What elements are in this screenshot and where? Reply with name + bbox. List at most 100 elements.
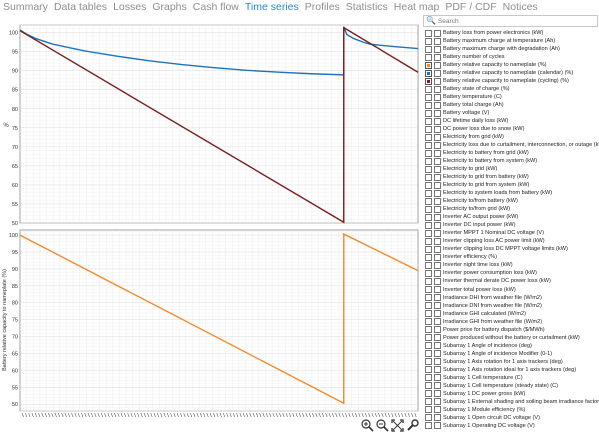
variable-secondary-checkbox[interactable] — [434, 213, 441, 221]
variable-secondary-checkbox[interactable] — [434, 117, 441, 125]
variable-checkbox[interactable] — [425, 189, 432, 197]
variable-checkbox[interactable] — [425, 61, 432, 69]
variable-checkbox[interactable] — [425, 406, 432, 414]
search-box[interactable]: 🔍 — [423, 15, 598, 27]
variable-checkbox[interactable] — [425, 45, 432, 53]
variable-item[interactable]: Inverter clipping loss DC MPPT voltage l… — [423, 245, 599, 253]
variable-item[interactable]: Subarray 1 Open circuit DC voltage (V) — [423, 414, 599, 422]
variable-secondary-checkbox[interactable] — [434, 334, 441, 342]
variable-item[interactable]: Electricity loss due to curtailment, int… — [423, 141, 599, 149]
variable-checkbox[interactable] — [425, 390, 432, 398]
variable-checkbox[interactable] — [425, 69, 432, 77]
variable-secondary-checkbox[interactable] — [434, 133, 441, 141]
variable-checkbox[interactable] — [425, 253, 432, 261]
tab-summary[interactable]: Summary — [0, 0, 51, 15]
zoom-in-button[interactable] — [360, 418, 375, 433]
variable-item[interactable]: Subarray 1 Axis rotation ideal for 1 axi… — [423, 366, 599, 374]
variable-secondary-checkbox[interactable] — [434, 422, 441, 430]
variable-checkbox[interactable] — [425, 77, 432, 85]
variable-secondary-checkbox[interactable] — [434, 93, 441, 101]
variable-checkbox[interactable] — [425, 318, 432, 326]
variable-item[interactable]: Subarray 1 Module efficiency (%) — [423, 406, 599, 414]
variable-secondary-checkbox[interactable] — [434, 310, 441, 318]
variable-item[interactable]: Irradiance DHI from weather file (W/m2) — [423, 294, 599, 302]
variable-item[interactable]: Inverter MPPT 1 Nominal DC voltage (V) — [423, 229, 599, 237]
variable-item[interactable]: Inverter clipping loss AC power limit (k… — [423, 237, 599, 245]
variable-item[interactable]: Battery relative capacity to nameplate (… — [423, 69, 599, 77]
variable-item[interactable]: Inverter AC output power (kW) — [423, 213, 599, 221]
tab-profiles[interactable]: Profiles — [302, 0, 343, 15]
variable-checkbox[interactable] — [425, 101, 432, 109]
search-input[interactable] — [437, 16, 588, 26]
tab-notices[interactable]: Notices — [500, 0, 541, 15]
variable-secondary-checkbox[interactable] — [434, 85, 441, 93]
variable-secondary-checkbox[interactable] — [434, 414, 441, 422]
variable-item[interactable]: Battery total charge (Ah) — [423, 101, 599, 109]
variable-checkbox[interactable] — [425, 213, 432, 221]
variable-checkbox[interactable] — [425, 221, 432, 229]
variable-item[interactable]: Irradiance GHI calculated (W/m2) — [423, 310, 599, 318]
variable-secondary-checkbox[interactable] — [434, 342, 441, 350]
variable-checkbox[interactable] — [425, 261, 432, 269]
variable-item[interactable]: Irradiance DNI from weather file (W/m2) — [423, 302, 599, 310]
variable-item[interactable]: Battery number of cycles — [423, 53, 599, 61]
variable-checkbox[interactable] — [425, 366, 432, 374]
variable-secondary-checkbox[interactable] — [434, 61, 441, 69]
variable-checkbox[interactable] — [425, 310, 432, 318]
variable-secondary-checkbox[interactable] — [434, 101, 441, 109]
variable-item[interactable]: Power produced without the battery or cu… — [423, 334, 599, 342]
variable-secondary-checkbox[interactable] — [434, 165, 441, 173]
variable-item[interactable]: Electricity to/from battery (kW) — [423, 197, 599, 205]
variable-item[interactable]: Electricity to grid (kW) — [423, 165, 599, 173]
tab-statistics[interactable]: Statistics — [343, 0, 391, 15]
variable-secondary-checkbox[interactable] — [434, 69, 441, 77]
variable-secondary-checkbox[interactable] — [434, 302, 441, 310]
variable-secondary-checkbox[interactable] — [434, 29, 441, 37]
variable-checkbox[interactable] — [425, 125, 432, 133]
variable-item[interactable]: Electricity to grid from battery (kW) — [423, 173, 599, 181]
variable-item[interactable]: Battery state of charge (%) — [423, 85, 599, 93]
variable-secondary-checkbox[interactable] — [434, 350, 441, 358]
tab-graphs[interactable]: Graphs — [149, 0, 189, 15]
variable-secondary-checkbox[interactable] — [434, 221, 441, 229]
variable-secondary-checkbox[interactable] — [434, 286, 441, 293]
tab-pdf-cdf[interactable]: PDF / CDF — [442, 0, 499, 15]
variable-item[interactable]: Battery maximum charge at temperature (A… — [423, 37, 599, 45]
variable-checkbox[interactable] — [425, 245, 432, 253]
variable-checkbox[interactable] — [425, 269, 432, 277]
variable-checkbox[interactable] — [425, 422, 432, 430]
variable-item[interactable]: Electricity to battery from grid (kW) — [423, 149, 599, 157]
variable-checkbox[interactable] — [425, 85, 432, 93]
variable-checkbox[interactable] — [425, 350, 432, 358]
zoom-fit-button[interactable] — [390, 418, 405, 433]
variable-secondary-checkbox[interactable] — [434, 253, 441, 261]
variable-secondary-checkbox[interactable] — [434, 37, 441, 45]
variable-checkbox[interactable] — [425, 53, 432, 61]
variable-checkbox[interactable] — [425, 197, 432, 205]
variable-item[interactable]: Electricity from grid (kW) — [423, 133, 599, 141]
variable-item[interactable]: Subarray 1 Angle of incidence (deg) — [423, 342, 599, 350]
variable-checkbox[interactable] — [425, 342, 432, 350]
variable-checkbox[interactable] — [425, 286, 432, 293]
zoom-out-button[interactable] — [375, 418, 390, 433]
variable-item[interactable]: DC power loss due to snow (kW) — [423, 125, 599, 133]
variable-secondary-checkbox[interactable] — [434, 318, 441, 326]
variable-item[interactable]: Battery relative capacity to nameplate (… — [423, 77, 599, 85]
variable-item[interactable]: Electricity to/from grid (kW) — [423, 205, 599, 213]
variable-checkbox[interactable] — [425, 326, 432, 334]
variable-secondary-checkbox[interactable] — [434, 406, 441, 414]
variable-secondary-checkbox[interactable] — [434, 181, 441, 189]
tab-losses[interactable]: Losses — [110, 0, 149, 15]
variable-secondary-checkbox[interactable] — [434, 45, 441, 53]
variable-checkbox[interactable] — [425, 414, 432, 422]
variable-secondary-checkbox[interactable] — [434, 173, 441, 181]
variable-checkbox[interactable] — [425, 358, 432, 366]
variable-secondary-checkbox[interactable] — [434, 382, 441, 390]
variable-checkbox[interactable] — [425, 398, 432, 406]
variable-secondary-checkbox[interactable] — [434, 109, 441, 117]
variable-secondary-checkbox[interactable] — [434, 326, 441, 334]
variable-item[interactable]: Battery relative capacity to nameplate (… — [423, 61, 599, 69]
variable-secondary-checkbox[interactable] — [434, 294, 441, 302]
variable-checkbox[interactable] — [425, 157, 432, 165]
variable-checkbox[interactable] — [425, 117, 432, 125]
